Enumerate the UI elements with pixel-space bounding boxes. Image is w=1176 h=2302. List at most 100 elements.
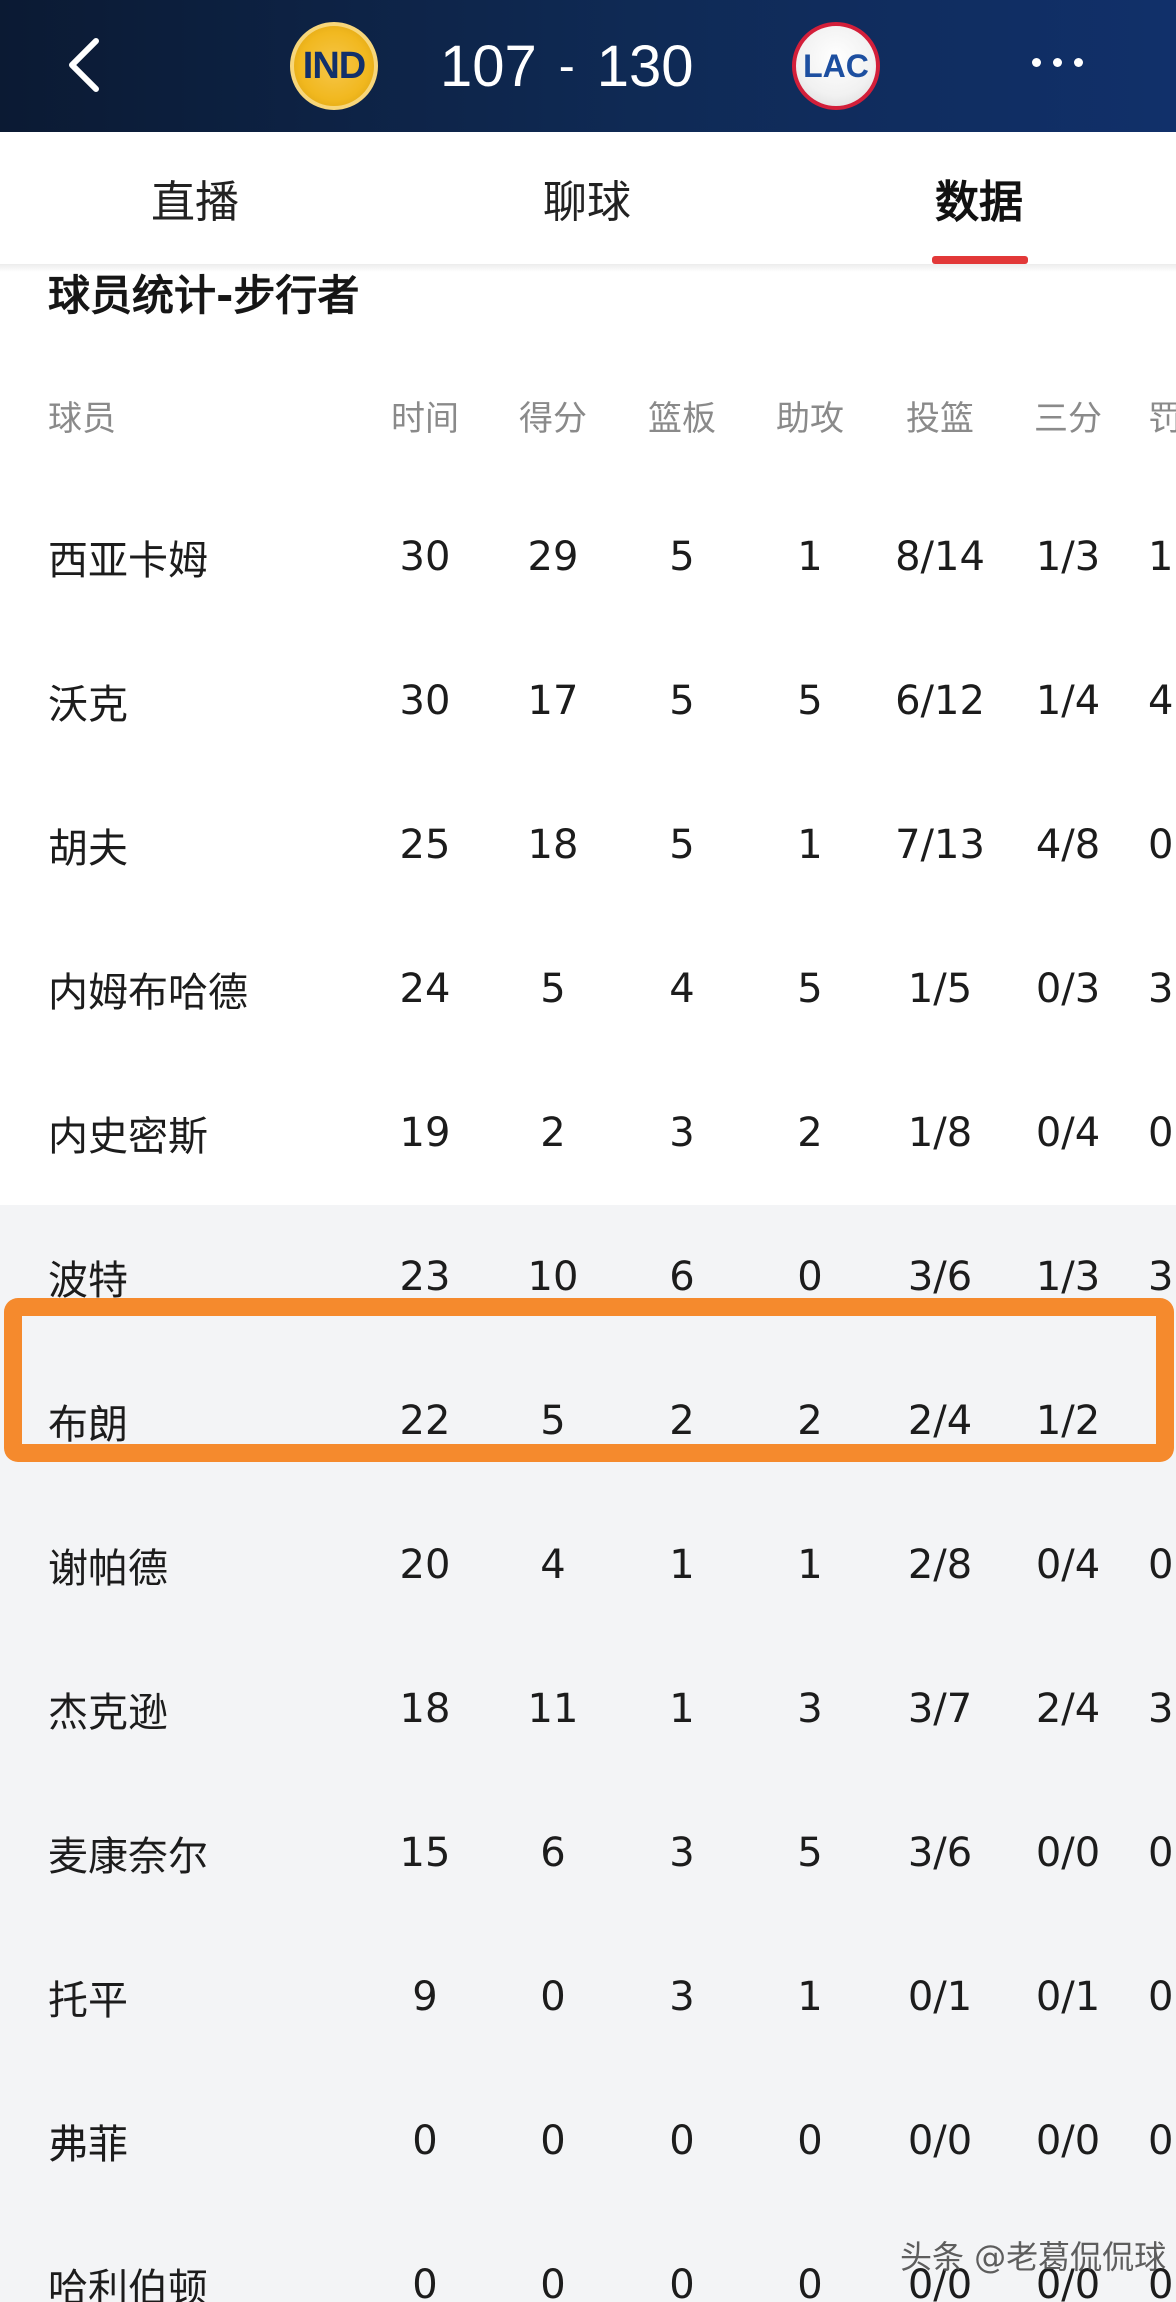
tab-bar: 直播 聊球 数据 [0,132,1176,264]
stat-assists: 5 [797,966,823,1012]
stat-free-throws: 0 [1148,822,1174,868]
stat-field-goals: 1/5 [907,966,973,1012]
home-score: 107 [440,33,537,99]
player-name: 沃克 [48,682,128,728]
table-row[interactable]: 沃克 30 17 5 5 6/12 1/4 4 [0,629,1176,773]
table-row[interactable]: 麦康奈尔 15 6 3 5 3/6 0/0 0 [0,1781,1176,1925]
tab-stats[interactable]: 数据 [904,132,1054,264]
game-header: IND 107 - 130 LAC [0,0,1176,132]
home-team-abbr: IND [302,44,366,87]
stat-minutes: 20 [399,1542,451,1588]
table-row[interactable]: 波特 23 10 6 0 3/6 1/3 3 [0,1205,1176,1349]
stat-three-pointers: 4/8 [1035,822,1101,868]
stat-minutes: 0 [412,2118,438,2164]
stat-rebounds: 3 [669,1830,695,1876]
stat-points: 18 [527,822,579,868]
table-row[interactable]: 谢帕德 20 4 1 1 2/8 0/4 0 [0,1493,1176,1637]
stat-rebounds: 3 [669,1974,695,2020]
stat-points: 2 [540,1110,566,1156]
more-options-icon[interactable] [1032,58,1083,67]
player-name: 西亚卡姆 [48,538,208,584]
stat-minutes: 25 [399,822,451,868]
player-name: 弗菲 [48,2122,128,2168]
player-name: 胡夫 [48,826,128,872]
score-separator: - [558,39,575,93]
away-team-abbr: LAC [803,47,869,84]
stat-minutes: 18 [399,1686,451,1732]
chevron-left-icon [69,38,99,92]
back-button[interactable] [56,30,112,100]
section-title: 球员统计-步行者 [48,271,360,320]
stat-free-throws: 0 [1148,1974,1174,2020]
column-header-field-goals[interactable]: 投篮 [880,345,1000,485]
stat-free-throws: 3 [1148,966,1174,1012]
away-team-logo[interactable]: LAC [792,22,880,110]
table-row[interactable]: 弗菲 0 0 0 0 0/0 0/0 0 [0,2069,1176,2213]
stat-field-goals: 3/7 [907,1686,973,1732]
column-header-minutes[interactable]: 时间 [375,345,475,485]
player-name: 托平 [48,1978,128,2024]
stat-points: 29 [527,534,579,580]
stat-points: 0 [540,1974,566,2020]
table-row[interactable]: 托平 9 0 3 1 0/1 0/1 0 [0,1925,1176,2069]
tab-chat[interactable]: 聊球 [512,132,662,264]
column-header-assists[interactable]: 助攻 [760,345,860,485]
stat-points: 4 [540,1542,566,1588]
home-team-logo[interactable]: IND [290,22,378,110]
stat-assists: 5 [797,678,823,724]
player-name: 谢帕德 [48,1546,168,1592]
stat-points: 10 [527,1254,579,1300]
stat-points: 11 [527,1686,579,1732]
table-row[interactable]: 杰克逊 18 11 1 3 3/7 2/4 3 [0,1637,1176,1781]
stat-assists: 0 [797,2262,823,2302]
stat-three-pointers: 1/3 [1035,1254,1101,1300]
away-score: 130 [596,33,694,99]
stat-minutes: 15 [399,1830,451,1876]
stat-minutes: 30 [399,534,451,580]
table-header-row: 球员 时间 得分 篮板 助攻 投篮 三分 罚 [0,345,1176,485]
watermark: 头条 @老葛侃侃球 [900,2238,1167,2276]
stat-free-throws: 12 [1148,534,1176,580]
player-name: 波特 [48,1258,128,1304]
table-row[interactable]: 西亚卡姆 30 29 5 1 8/14 1/3 12 [0,485,1176,629]
column-header-free-throws[interactable]: 罚 [1148,345,1176,485]
stat-field-goals: 8/14 [895,534,985,580]
stat-rebounds: 6 [669,1254,695,1300]
stat-rebounds: 5 [669,822,695,868]
stat-assists: 3 [797,1686,823,1732]
stat-field-goals: 0/0 [907,2118,973,2164]
stat-free-throws: 3 [1148,1254,1174,1300]
column-header-points[interactable]: 得分 [503,345,603,485]
player-stats-table: 球员 时间 得分 篮板 助攻 投篮 三分 罚 西亚卡姆 30 29 5 1 8/… [0,345,1176,2302]
table-row[interactable]: 布朗 22 5 2 2 2/4 1/2 [0,1349,1176,1493]
stat-minutes: 19 [399,1110,451,1156]
stat-points: 0 [540,2262,566,2302]
active-tab-indicator [932,256,1028,264]
table-row[interactable]: 内姆布哈德 24 5 4 5 1/5 0/3 3 [0,917,1176,1061]
stat-three-pointers: 1/2 [1035,1398,1101,1444]
stat-rebounds: 0 [669,2118,695,2164]
stat-field-goals: 1/8 [907,1110,973,1156]
stat-rebounds: 3 [669,1110,695,1156]
stat-three-pointers: 1/4 [1035,678,1101,724]
stat-free-throws: 0 [1148,1542,1174,1588]
table-row[interactable]: 胡夫 25 18 5 1 7/13 4/8 0 [0,773,1176,917]
stat-assists: 2 [797,1398,823,1444]
more-dot [1074,58,1083,67]
column-header-rebounds[interactable]: 篮板 [632,345,732,485]
column-header-three-pointers[interactable]: 三分 [1008,345,1128,485]
stat-free-throws: 0 [1148,2118,1174,2164]
stat-free-throws [1148,1349,1176,1493]
stat-points: 0 [540,2118,566,2164]
stat-minutes: 23 [399,1254,451,1300]
stat-rebounds: 4 [669,966,695,1012]
stat-three-pointers: 0/3 [1035,966,1101,1012]
tab-live[interactable]: 直播 [120,132,270,264]
table-row[interactable]: 内史密斯 19 2 3 2 1/8 0/4 0 [0,1061,1176,1205]
stat-rebounds: 2 [669,1398,695,1444]
player-name: 哈利伯顿 [48,2266,208,2302]
stat-points: 6 [540,1830,566,1876]
stat-assists: 0 [797,1254,823,1300]
column-header-player[interactable]: 球员 [48,345,348,485]
player-name: 布朗 [48,1402,128,1448]
